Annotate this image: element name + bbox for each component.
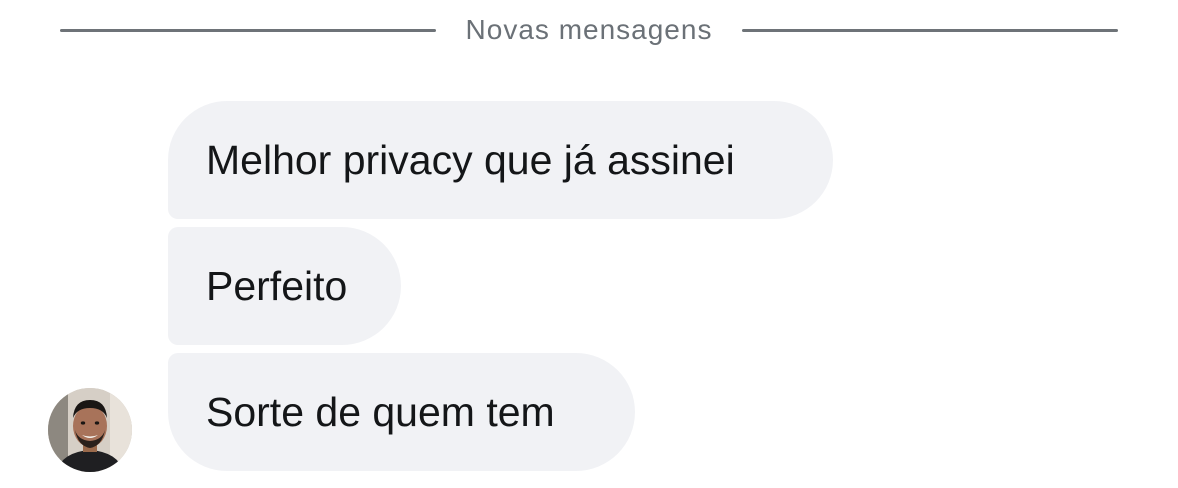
sender-avatar[interactable] xyxy=(48,388,132,472)
divider-line-left xyxy=(60,28,436,32)
divider-line-right xyxy=(742,28,1118,32)
message-text: Sorte de quem tem xyxy=(206,388,555,435)
message-bubble[interactable]: Perfeito xyxy=(168,227,401,345)
new-messages-divider: Novas mensagens xyxy=(60,8,1118,52)
message-text: Perfeito xyxy=(206,262,348,309)
chat-thread: Novas mensagens Melhor privacy que já as… xyxy=(0,0,1178,488)
new-messages-label: Novas mensagens xyxy=(465,14,713,45)
message-text: Melhor privacy que já assinei xyxy=(206,136,735,183)
message-bubble[interactable]: Melhor privacy que já assinei xyxy=(168,101,833,219)
message-bubble[interactable]: Sorte de quem tem xyxy=(168,353,635,471)
user-avatar-icon xyxy=(48,388,132,472)
